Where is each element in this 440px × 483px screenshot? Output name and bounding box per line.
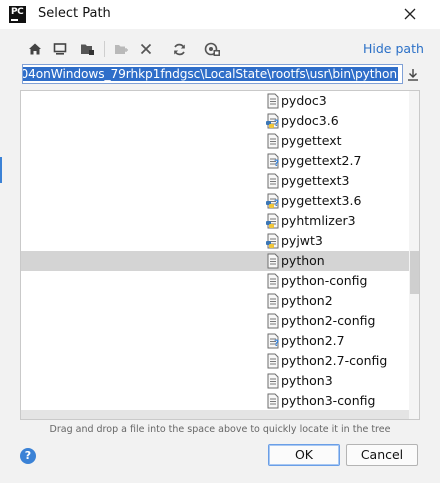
tree-row[interactable]: ? pygettext3.6 xyxy=(21,191,409,211)
tree-row[interactable]: pydoc3 xyxy=(21,91,409,111)
file-icon xyxy=(265,313,281,329)
python-unknown-file-icon: ? xyxy=(265,113,281,129)
drag-drop-hint: Drag and drop a file into the space abov… xyxy=(49,424,391,435)
home-icon xyxy=(29,43,41,55)
tree-row-label: python3-config xyxy=(281,393,376,408)
tree-row-label: pygettext2.7 xyxy=(281,153,362,168)
pycharm-logo-icon: PC xyxy=(9,6,26,23)
path-history-button[interactable] xyxy=(405,66,421,82)
path-input-value: 04onWindows_79rhkp1fndgsc\LocalState\roo… xyxy=(23,67,398,81)
vertical-scrollbar[interactable] xyxy=(409,91,419,419)
refresh-icon xyxy=(173,43,185,55)
desktop-button[interactable] xyxy=(51,40,69,58)
file-icon xyxy=(265,373,281,389)
tree-row[interactable]: python2-config xyxy=(21,311,409,331)
tree-row-label: python-config xyxy=(281,273,368,288)
tree-row-label: pyjwt3 xyxy=(281,233,323,248)
tree-row-label: pyhtmlizer3 xyxy=(281,213,356,228)
app-logo-text: PC xyxy=(11,7,24,17)
tree-row-label: pygettext3 xyxy=(281,173,350,188)
tree-row[interactable]: pygettext3 xyxy=(21,171,409,191)
home-button[interactable] xyxy=(26,40,44,58)
scrollbar-thumb[interactable] xyxy=(410,251,419,294)
tree-row[interactable]: python2.7-config xyxy=(21,351,409,371)
tree-row-label: python2.7-config xyxy=(281,353,388,368)
tree-row-label: python3 xyxy=(281,373,333,388)
svg-text:?: ? xyxy=(274,339,279,349)
tree-row-label: python2-config xyxy=(281,313,376,328)
dialog-title: Select Path xyxy=(38,6,111,21)
python-unknown-file-icon: ? xyxy=(265,193,281,209)
toolbar-separator xyxy=(104,41,105,57)
close-icon xyxy=(404,8,416,20)
desktop-icon xyxy=(53,43,67,55)
tree-row[interactable]: python3 xyxy=(21,371,409,391)
file-icon xyxy=(265,133,281,149)
tree-row[interactable]: ? python2.7 xyxy=(21,331,409,351)
tree-row[interactable]: python3-config xyxy=(21,391,409,411)
delete-button[interactable] xyxy=(137,40,155,58)
tree-row-label: pygettext xyxy=(281,133,342,148)
show-hidden-button[interactable] xyxy=(203,40,221,58)
download-icon xyxy=(408,68,418,81)
file-icon xyxy=(265,93,281,109)
tree-row-label: python2.7 xyxy=(281,333,345,348)
cancel-button[interactable]: Cancel xyxy=(346,444,418,466)
file-icon xyxy=(265,353,281,369)
tree-row[interactable]: python2 xyxy=(21,291,409,311)
window-edge-accent xyxy=(0,157,2,183)
tree-row-label: pygettext3.6 xyxy=(281,193,362,208)
file-tree[interactable]: pydoc3? pydoc3.6 pygettext? pygettext2.7 pyg… xyxy=(20,90,420,420)
tree-row[interactable]: pyjwt3 xyxy=(21,231,409,251)
tree-row[interactable]: pyhtmlizer3 xyxy=(21,211,409,231)
unknown-file-icon: ? xyxy=(265,153,281,169)
tree-row[interactable]: ? pydoc3.6 xyxy=(21,111,409,131)
hide-path-link[interactable]: Hide path xyxy=(363,41,424,56)
python-file-icon xyxy=(265,213,281,229)
refresh-button[interactable] xyxy=(170,40,188,58)
tree-row-label: pydoc3.6 xyxy=(281,113,339,128)
new-folder-button[interactable] xyxy=(112,40,130,58)
tree-row[interactable]: python-config xyxy=(21,271,409,291)
python-file-icon xyxy=(265,233,281,249)
path-input[interactable]: 04onWindows_79rhkp1fndgsc\LocalState\roo… xyxy=(22,64,403,84)
tree-row[interactable]: ? pygettext2.7 xyxy=(21,151,409,171)
tree-row[interactable]: python xyxy=(21,251,409,271)
help-button[interactable]: ? xyxy=(20,448,36,464)
unknown-file-icon: ? xyxy=(265,333,281,349)
tree-row-label: python xyxy=(281,253,325,268)
file-icon xyxy=(265,273,281,289)
file-icon xyxy=(265,253,281,269)
new-folder-icon xyxy=(114,45,128,54)
svg-text:?: ? xyxy=(274,199,279,209)
delete-icon xyxy=(140,43,152,55)
ok-button[interactable]: OK xyxy=(268,444,340,466)
project-button[interactable] xyxy=(78,40,96,58)
svg-text:?: ? xyxy=(274,159,279,169)
file-icon xyxy=(265,393,281,409)
tree-row-label: pydoc3 xyxy=(281,93,327,108)
horizontal-scrollbar[interactable] xyxy=(21,410,409,419)
show-hidden-icon xyxy=(204,42,220,56)
tree-row[interactable]: pygettext xyxy=(21,131,409,151)
tree-row-label: python2 xyxy=(281,293,333,308)
file-icon xyxy=(265,173,281,189)
project-folder-icon xyxy=(80,44,94,55)
file-icon xyxy=(265,293,281,309)
close-button[interactable] xyxy=(394,0,426,28)
svg-text:?: ? xyxy=(274,119,279,129)
